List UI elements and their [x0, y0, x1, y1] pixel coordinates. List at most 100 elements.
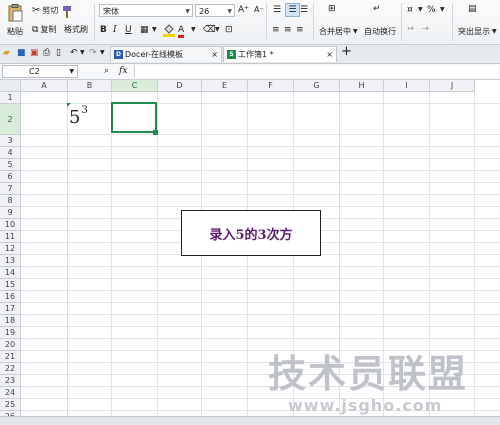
- row-header-19[interactable]: 19: [0, 327, 21, 339]
- column-header-b[interactable]: B: [68, 80, 112, 92]
- cell-b2[interactable]: 53: [69, 105, 88, 128]
- clear-button[interactable]: ⌫: [203, 24, 216, 36]
- row-header-13[interactable]: 13: [0, 255, 21, 267]
- column-header-i[interactable]: I: [384, 80, 430, 92]
- align-top-button[interactable]: ☰: [273, 4, 281, 16]
- row-header-21[interactable]: 21: [0, 351, 21, 363]
- export-pdf-button[interactable]: ▣: [30, 47, 39, 59]
- format-painter-button[interactable]: [60, 5, 74, 19]
- column-header-j[interactable]: J: [430, 80, 475, 92]
- tab-docer-templates[interactable]: D Docer-在线模板 ×: [110, 46, 222, 62]
- percent-dropdown[interactable]: ▼: [440, 4, 445, 16]
- name-box[interactable]: C2 ▼: [2, 65, 78, 78]
- row-header-12[interactable]: 12: [0, 243, 21, 255]
- increase-decimal-button[interactable]: ⁺⁰: [407, 24, 414, 36]
- currency-icon: ¤: [407, 5, 413, 15]
- align-right-button[interactable]: ≡: [296, 24, 304, 36]
- currency-dropdown[interactable]: ▼: [418, 4, 423, 16]
- undo-dropdown[interactable]: ▼: [80, 47, 85, 59]
- row-header-16[interactable]: 16: [0, 291, 21, 303]
- formula-input[interactable]: [134, 65, 497, 78]
- row-header-25[interactable]: 25: [0, 399, 21, 411]
- print-preview-button[interactable]: ▯: [56, 47, 61, 59]
- italic-button[interactable]: I: [113, 24, 117, 36]
- close-icon[interactable]: ×: [211, 47, 218, 63]
- insert-function-button[interactable]: fx: [119, 65, 127, 77]
- row-header-24[interactable]: 24: [0, 387, 21, 399]
- underline-button[interactable]: U: [125, 24, 132, 36]
- align-center-button[interactable]: ≡: [284, 24, 292, 36]
- tab-workbook1[interactable]: S 工作簿1 * ×: [223, 46, 337, 62]
- row-header-4[interactable]: 4: [0, 147, 21, 159]
- column-header-d[interactable]: D: [158, 80, 202, 92]
- zoom-formula-button[interactable]: ⌕: [104, 65, 109, 77]
- open-file-button[interactable]: ▰: [3, 47, 10, 59]
- undo-button[interactable]: ↶: [70, 47, 78, 59]
- row-header-11[interactable]: 11: [0, 231, 21, 243]
- grow-font-button[interactable]: A⁺: [238, 4, 249, 16]
- new-tab-button[interactable]: +: [341, 45, 352, 58]
- row-header-15[interactable]: 15: [0, 279, 21, 291]
- font-color-button[interactable]: A: [178, 24, 185, 38]
- cut-button[interactable]: ✂ 剪切: [32, 5, 58, 16]
- align-middle-button[interactable]: ☰: [285, 3, 300, 17]
- row-header-17[interactable]: 17: [0, 303, 21, 315]
- row-header-23[interactable]: 23: [0, 375, 21, 387]
- docer-icon: D: [114, 50, 123, 59]
- merge-center-button[interactable]: 合并居中 ▼: [319, 26, 358, 37]
- row-header-14[interactable]: 14: [0, 267, 21, 279]
- workbook-icon: S: [227, 50, 236, 59]
- row-header-22[interactable]: 22: [0, 363, 21, 375]
- row-header-3[interactable]: 3: [0, 135, 21, 147]
- border-dropdown[interactable]: ▼: [152, 24, 157, 36]
- select-all-corner[interactable]: [0, 80, 21, 92]
- row-header-9[interactable]: 9: [0, 207, 21, 219]
- row-header-1[interactable]: 1: [0, 92, 21, 104]
- font-size-select[interactable]: 26 ▼: [195, 4, 235, 17]
- percent-button[interactable]: %: [427, 4, 436, 16]
- align-left-button[interactable]: ≡: [272, 24, 280, 36]
- copy-button[interactable]: ⧉ 复制: [32, 24, 56, 35]
- formula-bar: C2 ▼ ⌕ fx: [0, 64, 500, 80]
- print-button[interactable]: ⎙: [43, 47, 50, 59]
- currency-button[interactable]: ¤: [407, 4, 413, 16]
- redo-button[interactable]: ↷: [89, 47, 97, 59]
- gridline-horizontal: [21, 302, 500, 303]
- row-header-5[interactable]: 5: [0, 159, 21, 171]
- column-header-e[interactable]: E: [202, 80, 248, 92]
- row-header-6[interactable]: 6: [0, 171, 21, 183]
- column-header-h[interactable]: H: [340, 80, 384, 92]
- close-icon[interactable]: ×: [326, 47, 333, 63]
- row-header-2[interactable]: 2: [0, 104, 21, 135]
- save-button[interactable]: ■: [17, 47, 26, 59]
- tab-label: 工作簿1 *: [238, 50, 274, 59]
- bold-button[interactable]: B: [100, 24, 107, 36]
- row-header-8[interactable]: 8: [0, 195, 21, 207]
- shrink-font-button[interactable]: A⁻: [254, 4, 264, 16]
- highlight-button[interactable]: 突出显示 ▼: [458, 26, 497, 37]
- watermark: 技术员联盟 www.jsgho.com: [268, 354, 468, 415]
- more-font-button[interactable]: ⊡: [225, 24, 233, 36]
- wrap-text-button[interactable]: 自动换行: [364, 26, 396, 37]
- column-header-f[interactable]: F: [248, 80, 294, 92]
- quick-access-dropdown[interactable]: ▼: [100, 47, 105, 59]
- fill-color-button[interactable]: [163, 24, 175, 41]
- clear-dropdown[interactable]: ▼: [215, 24, 220, 36]
- selected-cell-c2[interactable]: [111, 102, 157, 133]
- row-header-18[interactable]: 18: [0, 315, 21, 327]
- row-header-7[interactable]: 7: [0, 183, 21, 195]
- ribbon-divider: [94, 3, 95, 41]
- column-header-g[interactable]: G: [294, 80, 340, 92]
- column-header-a[interactable]: A: [21, 80, 68, 92]
- paste-button[interactable]: 粘贴: [4, 4, 26, 37]
- underline-icon: U: [125, 25, 132, 35]
- align-bottom-button[interactable]: ☰: [300, 4, 308, 16]
- border-button[interactable]: ▦: [140, 24, 149, 36]
- fill-handle[interactable]: [153, 130, 158, 135]
- column-header-c[interactable]: C: [112, 80, 158, 92]
- row-header-20[interactable]: 20: [0, 339, 21, 351]
- decrease-decimal-button[interactable]: ⁻⁰: [422, 24, 429, 36]
- font-name-select[interactable]: 宋体 ▼: [99, 4, 193, 17]
- font-color-dropdown[interactable]: ▼: [191, 24, 196, 36]
- row-header-10[interactable]: 10: [0, 219, 21, 231]
